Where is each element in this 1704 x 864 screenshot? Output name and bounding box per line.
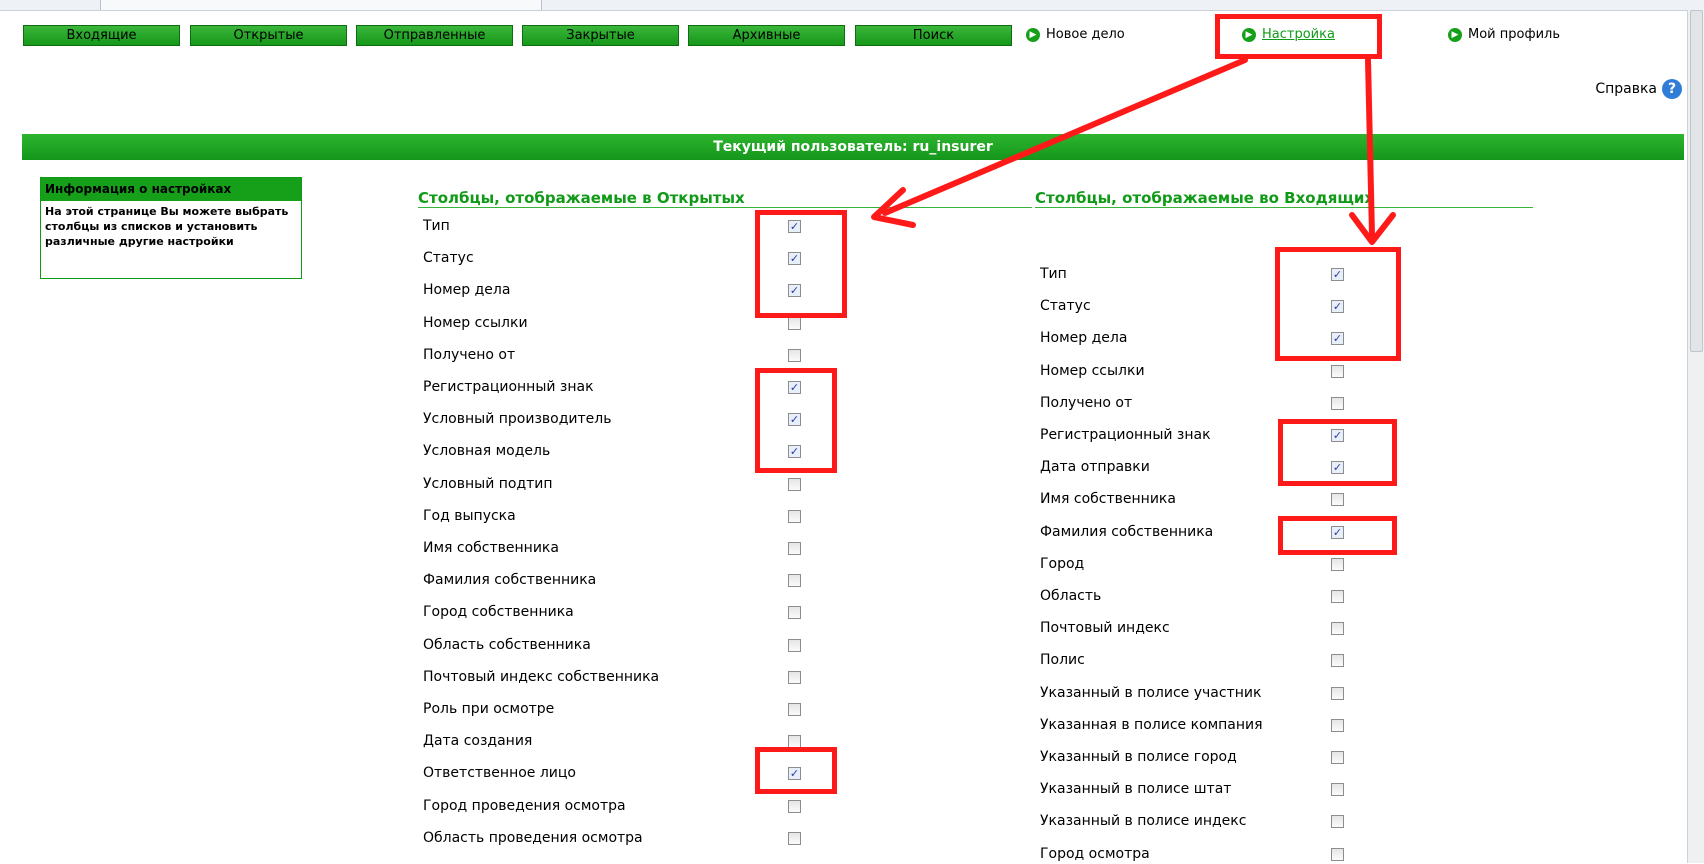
arrow-to-inbox-column: [1365, 57, 1375, 238]
arrow-to-open-column: [882, 57, 1248, 216]
annotation-arrows: [871, 57, 1396, 245]
vertical-scrollbar[interactable]: [1687, 10, 1704, 863]
scrollbar-thumb[interactable]: [1690, 10, 1703, 352]
